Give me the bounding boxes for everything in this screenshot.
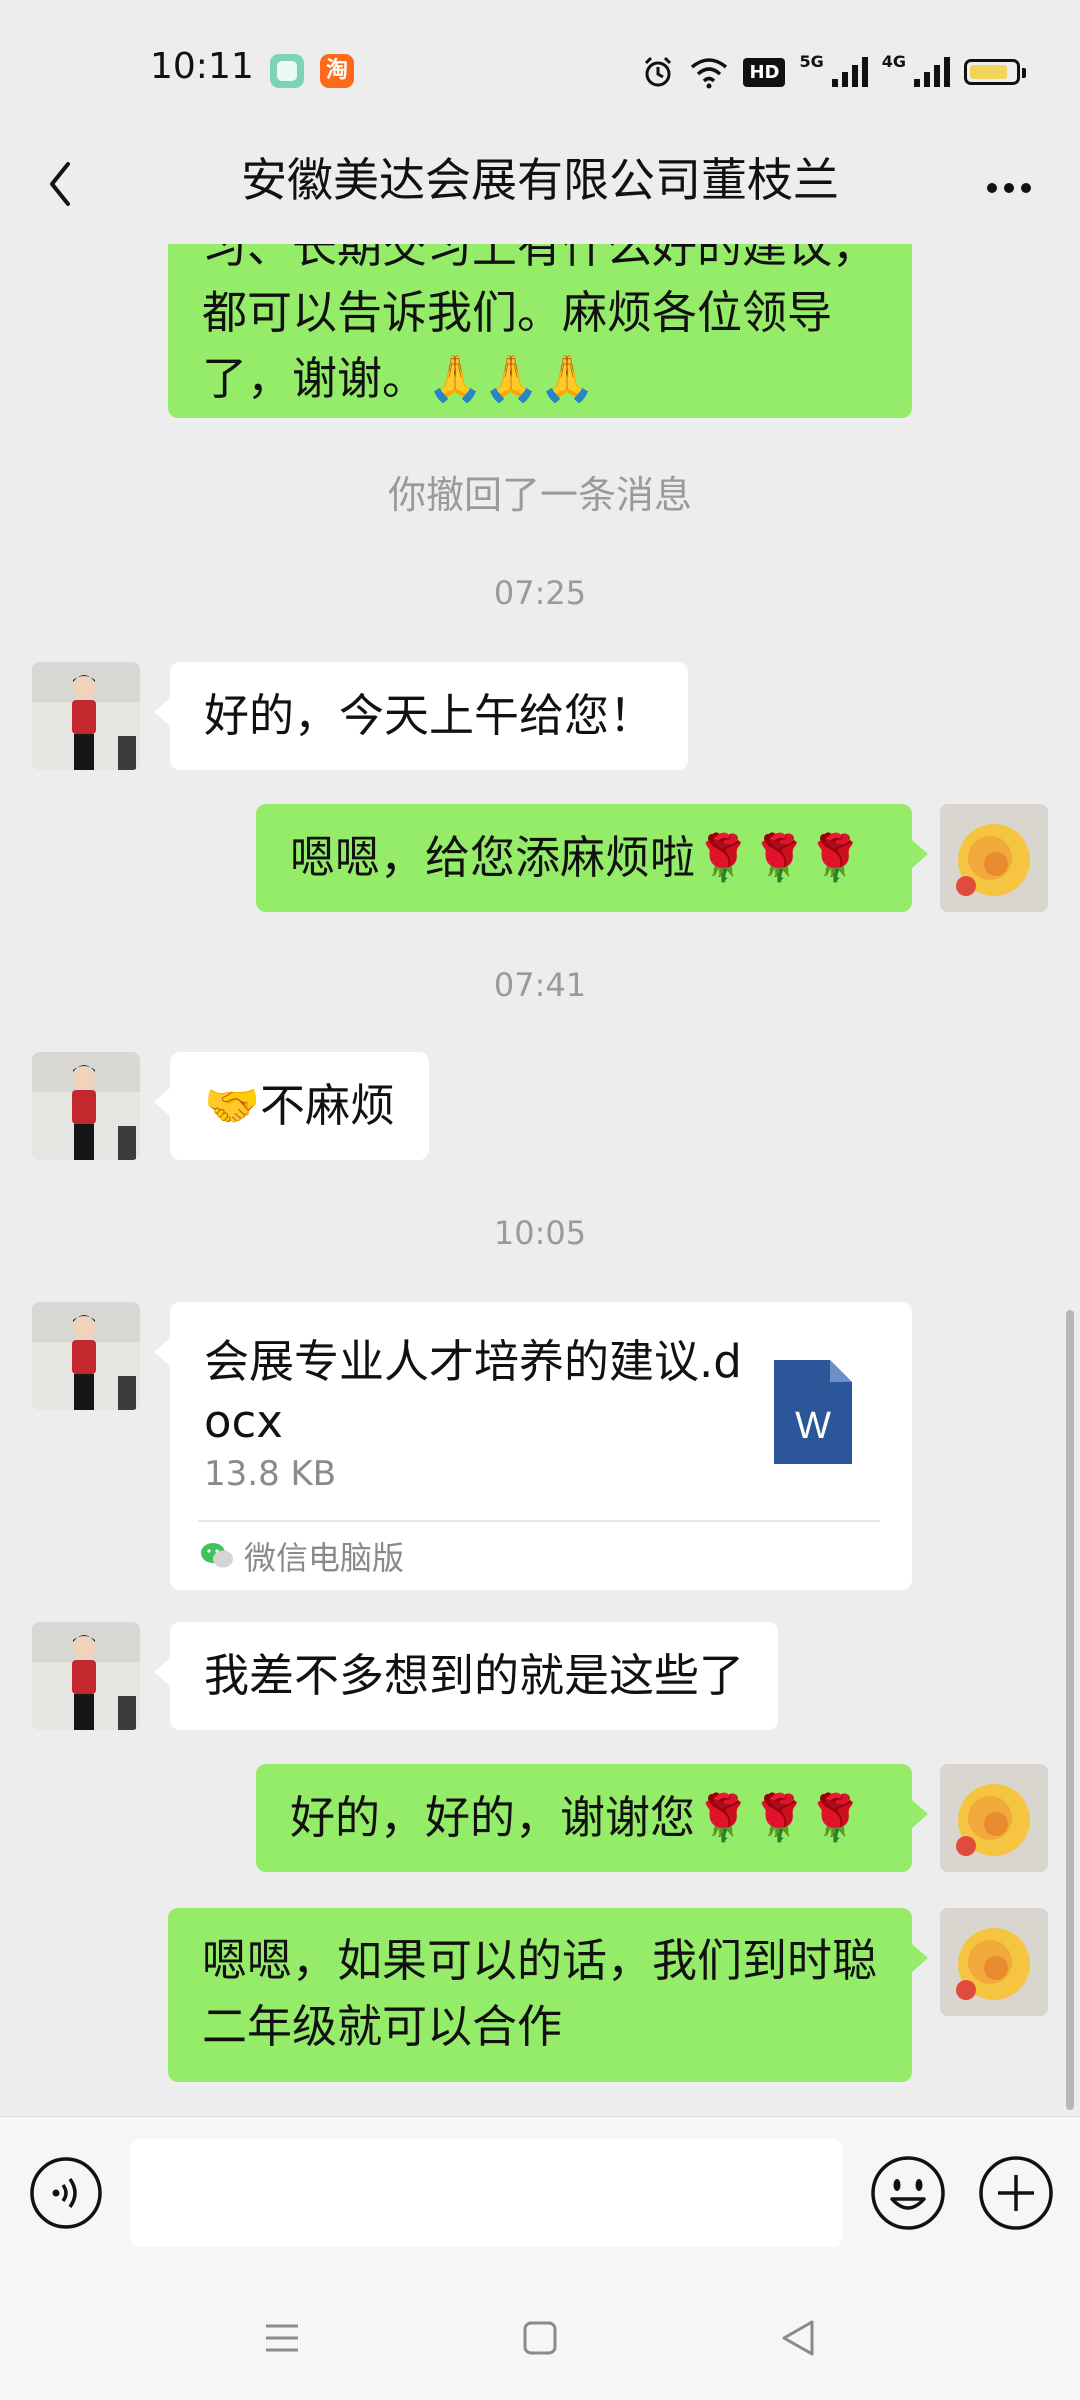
network-4g-label: 4G	[881, 52, 906, 71]
word-document-icon: W	[774, 1360, 852, 1464]
file-source-label: 微信电脑版	[244, 1539, 405, 1577]
chat-header: 安徽美达会展有限公司董枝兰	[0, 140, 1080, 244]
avatar-self[interactable]	[940, 1908, 1048, 2016]
chat-title: 安徽美达会展有限公司董枝兰	[241, 153, 839, 207]
message-input[interactable]	[130, 2139, 842, 2247]
emoji-icon[interactable]	[868, 2153, 948, 2233]
file-name: 会展专业人才培养的建议.docx	[204, 1335, 742, 1448]
timestamp: 07:25	[493, 574, 587, 612]
status-time: 10:11	[150, 46, 254, 87]
chevron-left-icon[interactable]	[26, 148, 96, 218]
timestamp: 07:41	[493, 966, 587, 1004]
message-line: 嗯嗯，如果可以的话，我们到时聪	[202, 1934, 878, 1987]
message-line: 习、长期交习上有什么好的建议，	[202, 244, 878, 273]
chat-messages[interactable]: 习、长期交习上有什么好的建议， 都可以告诉我们。麻烦各位领导 了，谢谢。🙏🙏🙏 …	[0, 244, 1080, 2116]
avatar[interactable]	[32, 662, 140, 770]
message-bubble-sent[interactable]: 好的，好的，谢谢您🌹🌹🌹	[256, 1764, 928, 1872]
message-line: 都可以告诉我们。麻烦各位领导	[202, 286, 833, 339]
avatar[interactable]	[32, 1302, 140, 1410]
file-size: 13.8 KB	[204, 1454, 337, 1494]
message-bubble-received[interactable]: 我差不多想到的就是这些了	[153, 1622, 779, 1730]
signal-icon-2	[914, 57, 950, 87]
plus-icon[interactable]	[976, 2153, 1056, 2233]
back-triangle-icon[interactable]	[768, 2308, 828, 2368]
alarm-icon	[645, 56, 672, 87]
signal-icon	[831, 57, 868, 87]
home-icon[interactable]	[510, 2308, 570, 2368]
file-message-card[interactable]: 会展专业人才培养的建议.docx 13.8 KB W 微信电脑版	[154, 1302, 912, 1590]
wechat-icon	[201, 1543, 233, 1568]
message-bubble-sent[interactable]: 嗯嗯，如果可以的话，我们到时聪 二年级就可以合作	[168, 1908, 928, 2082]
message-bubble-received[interactable]: 🤝不麻烦	[153, 1052, 430, 1160]
network-5g-label: 5G	[799, 52, 824, 71]
app-notification-icon	[270, 54, 304, 88]
message-bubble-sent[interactable]: 嗯嗯，给您添麻烦啦🌹🌹🌹	[256, 804, 928, 912]
divider	[198, 1520, 880, 1522]
avatar-self[interactable]	[940, 1764, 1048, 1872]
message-bubble-received[interactable]: 好的，今天上午给您！	[153, 662, 689, 770]
hd-badge: HD	[743, 57, 786, 87]
chat-scrollbar[interactable]	[1066, 1310, 1074, 2110]
avatar[interactable]	[32, 1052, 140, 1160]
menu-icon[interactable]	[252, 2308, 312, 2368]
wifi-icon	[691, 58, 728, 89]
status-icons: HD 5G 4G	[641, 52, 1026, 92]
timestamp: 10:05	[493, 1214, 587, 1252]
status-bar: 10:11 淘 HD 5G 4G	[0, 0, 1080, 140]
voice-icon[interactable]	[28, 2155, 104, 2231]
message-line: 二年级就可以合作	[202, 2000, 563, 2053]
file-source: 微信电脑版	[200, 1536, 405, 1577]
avatar[interactable]	[32, 1622, 140, 1730]
message-bubble-sent[interactable]: 习、长期交习上有什么好的建议， 都可以告诉我们。麻烦各位领导 了，谢谢。🙏🙏🙏	[168, 244, 912, 418]
system-navigation-bar	[0, 2270, 1080, 2400]
more-dots-icon[interactable]	[964, 148, 1054, 218]
word-icon-letter: W	[795, 1405, 831, 1447]
message-line: 了，谢谢。🙏🙏🙏	[202, 352, 596, 405]
recalled-notice: 你撤回了一条消息	[387, 473, 692, 517]
battery-icon	[964, 59, 1026, 85]
avatar-self[interactable]	[940, 804, 1048, 912]
taobao-icon: 淘	[320, 54, 354, 88]
input-bar	[0, 2116, 1080, 2271]
